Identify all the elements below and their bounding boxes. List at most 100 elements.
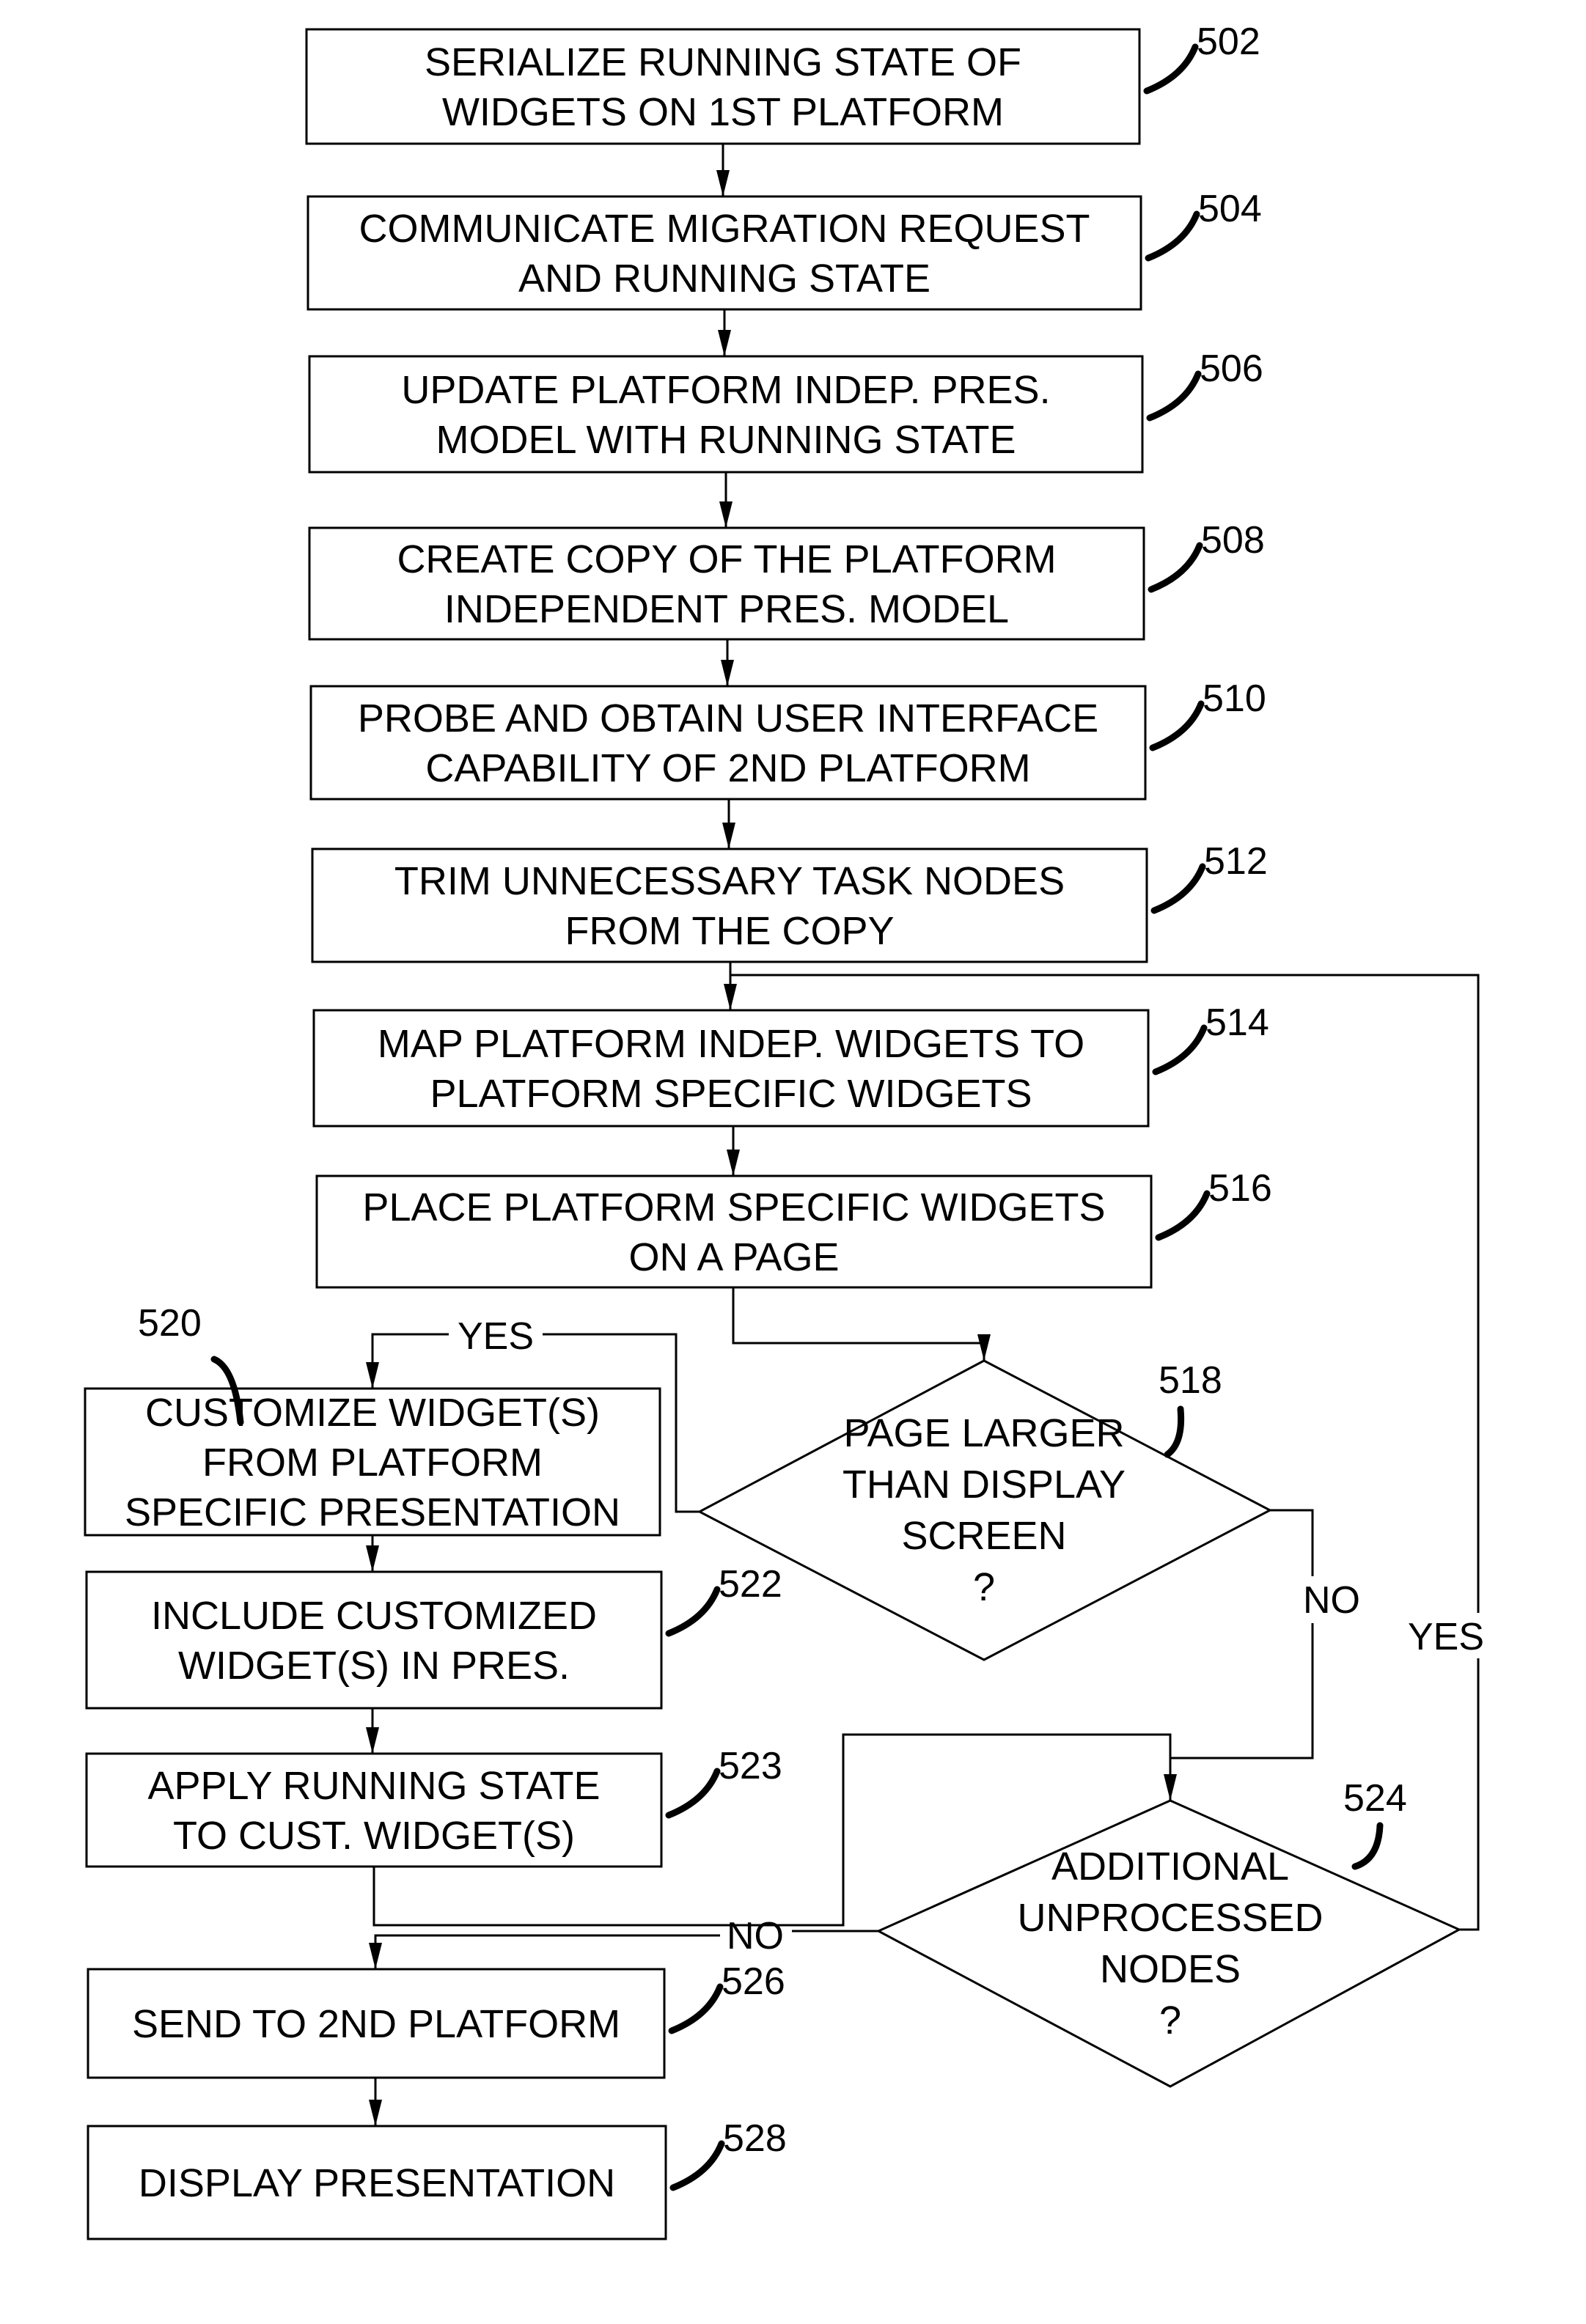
step-text: APPLY RUNNING STATE bbox=[147, 1764, 600, 1808]
decision-518: PAGE LARGER THAN DISPLAY SCREEN? bbox=[697, 1359, 1273, 1661]
ref-numeral: 514 bbox=[1205, 1001, 1269, 1044]
step-text: FROM THE COPY bbox=[565, 909, 894, 953]
arrowhead-icon bbox=[716, 170, 730, 196]
decision-text: THAN DISPLAY bbox=[842, 1463, 1126, 1507]
step-text: TO CUST. WIDGET(S) bbox=[173, 1814, 575, 1858]
decision-diamond bbox=[697, 1359, 1273, 1661]
leader-line bbox=[665, 1768, 721, 1819]
step-523: APPLY RUNNING STATE TO CUST. WIDGET(S) 523 bbox=[85, 1745, 782, 1868]
step-526: SEND TO 2ND PLATFORM 526 bbox=[87, 1960, 785, 2079]
step-510: PROBE AND OBTAIN USER INTERFACE CAPABILIT… bbox=[309, 677, 1266, 801]
leader-line bbox=[1152, 1024, 1208, 1075]
step-504: COMMUNICATE MIGRATION REQUEST AND RUNNING… bbox=[306, 188, 1262, 311]
ref-numeral: 520 bbox=[138, 1302, 202, 1345]
step-text: CAPABILITY OF 2ND PLATFORM bbox=[425, 746, 1030, 790]
arrowhead-icon bbox=[719, 501, 733, 528]
decision-524: ADDITIONAL UNPROCESSED NODES? bbox=[875, 1799, 1462, 2088]
arrowhead-icon bbox=[724, 984, 737, 1010]
leader-line bbox=[1148, 542, 1203, 593]
arrowhead-icon bbox=[722, 823, 735, 849]
ref-numeral: 512 bbox=[1204, 840, 1268, 883]
step-text: SERIALIZE RUNNING STATE OF bbox=[425, 40, 1021, 84]
ref-numeral-524: 524 bbox=[1343, 1777, 1407, 1820]
ref-numeral: 516 bbox=[1208, 1167, 1272, 1210]
step-text: COMMUNICATE MIGRATION REQUEST bbox=[359, 207, 1090, 251]
decision-text: ADDITIONAL bbox=[1051, 1845, 1289, 1889]
step-528: DISPLAY PRESENTATION 528 bbox=[87, 2117, 787, 2240]
ref-numeral: 523 bbox=[719, 1745, 782, 1787]
step-text: PROBE AND OBTAIN USER INTERFACE bbox=[358, 696, 1098, 740]
decision-text: PAGE LARGER bbox=[843, 1411, 1124, 1455]
arrowhead-icon bbox=[369, 1943, 382, 1969]
step-text: INCLUDE CUSTOMIZED bbox=[151, 1594, 597, 1638]
step-text: SEND TO 2ND PLATFORM bbox=[132, 2002, 620, 2046]
step-text: INDEPENDENT PRES. MODEL bbox=[444, 587, 1009, 631]
step-text: ON A PAGE bbox=[628, 1235, 839, 1279]
ref-numeral: 508 bbox=[1201, 519, 1265, 562]
step-512: TRIM UNNECESSARY TASK NODES FROM THE COPY… bbox=[311, 840, 1268, 963]
step-508: CREATE COPY OF THE PLATFORM INDEPENDENT P… bbox=[308, 519, 1265, 641]
step-text: WIDGET(S) IN PRES. bbox=[178, 1644, 570, 1688]
ref-numeral: 506 bbox=[1200, 348, 1263, 390]
leader-line bbox=[1143, 43, 1199, 95]
arrowhead-icon bbox=[366, 1545, 379, 1572]
ref-numeral: 504 bbox=[1198, 188, 1262, 230]
step-516: PLACE PLATFORM SPECIFIC WIDGETS ON A PAGE… bbox=[315, 1167, 1272, 1289]
step-506: UPDATE PLATFORM INDEP. PRES. MODEL WITH R… bbox=[308, 348, 1263, 474]
decision-text: ? bbox=[973, 1565, 995, 1609]
ref-numeral: 510 bbox=[1203, 677, 1266, 720]
step-text: DISPLAY PRESENTATION bbox=[139, 2161, 615, 2205]
arrowhead-icon bbox=[366, 1727, 379, 1754]
step-text: CREATE COPY OF THE PLATFORM bbox=[397, 537, 1056, 581]
ref-numeral: 522 bbox=[719, 1563, 782, 1606]
arrowhead-icon bbox=[727, 1150, 740, 1176]
leader-line bbox=[1164, 1405, 1185, 1458]
leader-line bbox=[669, 2140, 725, 2191]
leader-line bbox=[668, 1983, 724, 2034]
arrowhead-icon bbox=[721, 660, 734, 686]
arrowhead-icon bbox=[1164, 1774, 1177, 1801]
ref-numeral: 502 bbox=[1197, 21, 1260, 63]
step-text: CUSTOMIZE WIDGET(S) bbox=[145, 1391, 600, 1435]
no-label-524: NO bbox=[727, 1915, 784, 1957]
arrowhead-icon bbox=[977, 1334, 991, 1361]
yes-label-518: YES bbox=[458, 1315, 534, 1358]
decision-text: ? bbox=[1159, 1998, 1181, 2042]
yes-loop-connector bbox=[1459, 1658, 1480, 1931]
flowchart-figure: SERIALIZE RUNNING STATE OF WIDGETS ON 1ST… bbox=[84, 21, 1484, 2240]
step-text: AND RUNNING STATE bbox=[518, 257, 930, 301]
step-text: TRIM UNNECESSARY TASK NODES bbox=[394, 859, 1065, 903]
leader-line bbox=[665, 1586, 721, 1637]
decision-text: NODES bbox=[1100, 1947, 1241, 1991]
process-box bbox=[85, 1570, 663, 1710]
arrowhead-icon bbox=[366, 1362, 379, 1389]
step-text: SPECIFIC PRESENTATION bbox=[125, 1490, 620, 1534]
leader-line bbox=[1149, 700, 1205, 751]
decision-text: SCREEN bbox=[901, 1514, 1066, 1558]
shapes: SERIALIZE RUNNING STATE OF WIDGETS ON 1ST… bbox=[84, 21, 1462, 2240]
no-connector bbox=[374, 1934, 720, 1969]
step-text: PLACE PLATFORM SPECIFIC WIDGETS bbox=[362, 1185, 1105, 1229]
step-514: MAP PLATFORM INDEP. WIDGETS TO PLATFORM S… bbox=[312, 1001, 1269, 1128]
leader-line bbox=[1145, 210, 1200, 262]
arrowhead-icon bbox=[718, 330, 731, 356]
arrowhead-icon bbox=[369, 2100, 382, 2126]
step-text: MODEL WITH RUNNING STATE bbox=[436, 418, 1016, 462]
step-text: PLATFORM SPECIFIC WIDGETS bbox=[430, 1072, 1032, 1116]
step-502: SERIALIZE RUNNING STATE OF WIDGETS ON 1ST… bbox=[305, 21, 1260, 145]
ref-numeral: 528 bbox=[723, 2117, 787, 2160]
ref-numeral-518: 518 bbox=[1159, 1359, 1222, 1402]
leader-line bbox=[1155, 1190, 1211, 1241]
step-text: WIDGETS ON 1ST PLATFORM bbox=[442, 90, 1004, 134]
no-label-518: NO bbox=[1303, 1579, 1360, 1622]
yes-label-524: YES bbox=[1408, 1616, 1484, 1658]
flow-arrow bbox=[732, 1287, 985, 1361]
leader-line bbox=[1146, 370, 1202, 422]
step-522: INCLUDE CUSTOMIZED WIDGET(S) IN PRES. 522 bbox=[85, 1563, 782, 1710]
no-connector bbox=[1170, 1623, 1314, 1759]
yes-connector bbox=[371, 1333, 449, 1389]
no-connector bbox=[1270, 1509, 1314, 1576]
step-text: UPDATE PLATFORM INDEP. PRES. bbox=[401, 368, 1050, 412]
ref-numeral: 526 bbox=[722, 1960, 785, 2003]
decision-diamond bbox=[875, 1799, 1462, 2088]
